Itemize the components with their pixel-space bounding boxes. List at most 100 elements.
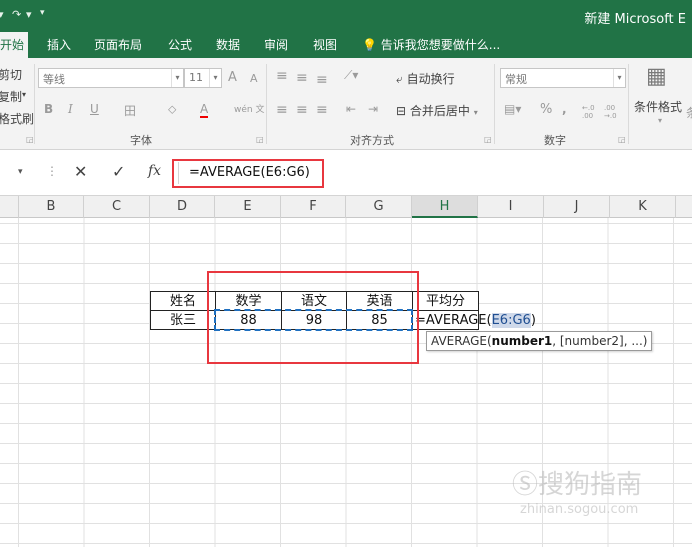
header-math-cell[interactable]: 数学 bbox=[215, 291, 282, 311]
align-middle-icon[interactable]: ≡ bbox=[296, 70, 308, 86]
column-header-g[interactable]: G bbox=[346, 196, 412, 218]
watermark-search-icon: Ⓢ bbox=[512, 470, 539, 500]
chevron-down-icon: ▾ bbox=[658, 116, 663, 125]
number-launcher-icon[interactable]: ◲ bbox=[618, 135, 626, 144]
format-painter-button[interactable]: 格式刷 bbox=[0, 110, 34, 127]
alignment-group-label: 对齐方式 bbox=[350, 134, 394, 147]
cancel-icon[interactable]: ✕ bbox=[74, 162, 87, 181]
chevron-down-icon: ▾ bbox=[171, 69, 183, 87]
name-box-dropdown-icon[interactable]: ▾ bbox=[18, 167, 23, 177]
conditional-format-button[interactable]: 条件格式 bbox=[634, 98, 682, 115]
align-left-icon[interactable]: ≡ bbox=[276, 102, 288, 118]
increase-decimal-button[interactable]: ←.0 .00 bbox=[582, 104, 604, 120]
font-size-select[interactable]: 11 ▾ bbox=[184, 68, 222, 88]
border-button[interactable]: 田 bbox=[124, 102, 136, 119]
header-average-cell[interactable]: 平均分 bbox=[412, 291, 479, 311]
watermark-url: zhinan.sogou.com bbox=[520, 502, 639, 517]
number-format-value: 常规 bbox=[505, 73, 527, 86]
column-header-j[interactable]: J bbox=[544, 196, 610, 218]
column-header-f[interactable]: F bbox=[281, 196, 346, 218]
average-formula-cell[interactable]: =AVERAGE(E6:G6) bbox=[412, 310, 536, 330]
underline-button[interactable]: U bbox=[90, 102, 99, 116]
comma-button[interactable]: , bbox=[562, 102, 567, 116]
insert-function-icon[interactable]: fx bbox=[148, 163, 161, 179]
tooltip-function-name: AVERAGE( bbox=[431, 334, 492, 348]
font-launcher-icon[interactable]: ◲ bbox=[256, 135, 264, 144]
name-cell[interactable]: 张三 bbox=[150, 310, 216, 330]
wrap-text-button[interactable]: ⤶ 自动换行 bbox=[396, 70, 455, 87]
formula-bar: ▾ ⋮ ✕ ✓ fx =AVERAGE(E6:G6) bbox=[0, 150, 692, 196]
align-center-icon[interactable]: ≡ bbox=[296, 102, 308, 118]
clipboard-launcher-icon[interactable]: ◲ bbox=[26, 135, 34, 144]
orientation-icon[interactable]: ⟋▾ bbox=[344, 68, 358, 83]
number-format-select[interactable]: 常规 ▾ bbox=[500, 68, 626, 88]
merge-center-button[interactable]: ⊟ 合并后居中 ▾ bbox=[396, 102, 478, 119]
group-separator bbox=[494, 64, 495, 144]
chevron-down-icon: ▾ bbox=[613, 69, 625, 87]
font-size-value: 11 bbox=[189, 71, 203, 84]
tell-me-box[interactable]: 💡 告诉我您想要做什么... bbox=[362, 32, 500, 58]
font-name-select[interactable]: 等线 ▾ bbox=[38, 68, 184, 88]
accounting-format-icon[interactable]: ▤▾ bbox=[504, 102, 521, 116]
customize-qat-icon[interactable]: ▾ bbox=[40, 8, 45, 18]
conditional-format-icon: ▦ bbox=[646, 64, 667, 89]
column-header-k[interactable]: K bbox=[610, 196, 676, 218]
header-chinese-cell[interactable]: 语文 bbox=[281, 291, 347, 311]
formula-range-reference: E6:G6 bbox=[491, 313, 531, 328]
bold-button[interactable]: B bbox=[44, 102, 53, 116]
english-score-cell[interactable]: 85 bbox=[346, 310, 413, 330]
redo-icon[interactable]: ↷ bbox=[12, 8, 21, 21]
italic-button[interactable]: I bbox=[68, 102, 73, 116]
header-name-cell[interactable]: 姓名 bbox=[150, 291, 216, 311]
phonetic-button[interactable]: wén 文 bbox=[234, 102, 264, 115]
enter-icon[interactable]: ✓ bbox=[112, 162, 125, 181]
column-header-c[interactable]: C bbox=[84, 196, 150, 218]
column-header-b[interactable]: B bbox=[19, 196, 84, 218]
decrease-decimal-button[interactable]: .00 →.0 bbox=[604, 104, 626, 120]
worksheet-grid[interactable]: 姓名 数学 语文 英语 平均分 张三 88 98 85 =AVERAGE(E6:… bbox=[0, 218, 692, 547]
column-header-i[interactable]: I bbox=[478, 196, 544, 218]
tab-insert[interactable]: 插入 bbox=[47, 32, 71, 58]
chinese-score-cell[interactable]: 98 bbox=[281, 310, 347, 330]
align-right-icon[interactable]: ≡ bbox=[316, 102, 328, 118]
tab-page-layout[interactable]: 页面布局 bbox=[94, 32, 142, 58]
tooltip-other-arguments: , [number2], ...) bbox=[552, 334, 648, 348]
formula-bar-grip: ⋮ bbox=[46, 164, 58, 178]
quick-access-undo-edge[interactable]: ▾ bbox=[0, 8, 4, 21]
chevron-down-icon: ▾ bbox=[209, 69, 221, 87]
math-score-cell[interactable]: 88 bbox=[215, 310, 282, 330]
grow-font-button[interactable]: A bbox=[228, 70, 237, 85]
alignment-launcher-icon[interactable]: ◲ bbox=[484, 135, 492, 144]
watermark-brand: 搜狗指南 bbox=[538, 470, 643, 500]
fill-color-button[interactable]: ⬦ bbox=[168, 102, 176, 117]
shrink-font-button[interactable]: A bbox=[250, 72, 258, 85]
column-header-edge bbox=[676, 196, 692, 218]
wrap-text-label: 自动换行 bbox=[406, 72, 455, 86]
cut-button[interactable]: 剪切 bbox=[0, 66, 22, 83]
number-group-label: 数字 bbox=[544, 134, 566, 147]
merge-center-label: 合并后居中 bbox=[409, 104, 470, 118]
tab-formulas[interactable]: 公式 bbox=[168, 32, 192, 58]
copy-button[interactable]: 复制 bbox=[0, 88, 22, 105]
align-top-icon[interactable]: ≡ bbox=[276, 68, 288, 84]
align-bottom-icon[interactable]: ≡ bbox=[316, 72, 328, 88]
decrease-indent-icon[interactable]: ⇤ bbox=[346, 102, 356, 116]
column-header-d[interactable]: D bbox=[150, 196, 215, 218]
formula-suffix: ) bbox=[530, 313, 536, 328]
font-color-button[interactable]: A bbox=[200, 102, 209, 118]
column-header-h[interactable]: H bbox=[412, 196, 478, 218]
quick-access-dropdown[interactable]: ▾ bbox=[26, 8, 32, 21]
increase-indent-icon[interactable]: ⇥ bbox=[368, 102, 378, 116]
select-all-corner[interactable] bbox=[0, 196, 19, 218]
tab-data[interactable]: 数据 bbox=[216, 32, 240, 58]
formula-input[interactable]: =AVERAGE(E6:G6) bbox=[178, 162, 692, 184]
tab-view[interactable]: 视图 bbox=[313, 32, 337, 58]
column-header-e[interactable]: E bbox=[215, 196, 281, 218]
tell-me-text: 告诉我您想要做什么... bbox=[380, 38, 501, 52]
copy-dropdown-icon[interactable]: ▾ bbox=[22, 90, 26, 99]
function-tooltip[interactable]: AVERAGE(number1, [number2], ...) bbox=[426, 331, 653, 351]
header-english-cell[interactable]: 英语 bbox=[346, 291, 413, 311]
percent-button[interactable]: % bbox=[540, 102, 552, 117]
tab-review[interactable]: 审阅 bbox=[264, 32, 288, 58]
tab-home[interactable]: 开始 bbox=[0, 32, 29, 58]
